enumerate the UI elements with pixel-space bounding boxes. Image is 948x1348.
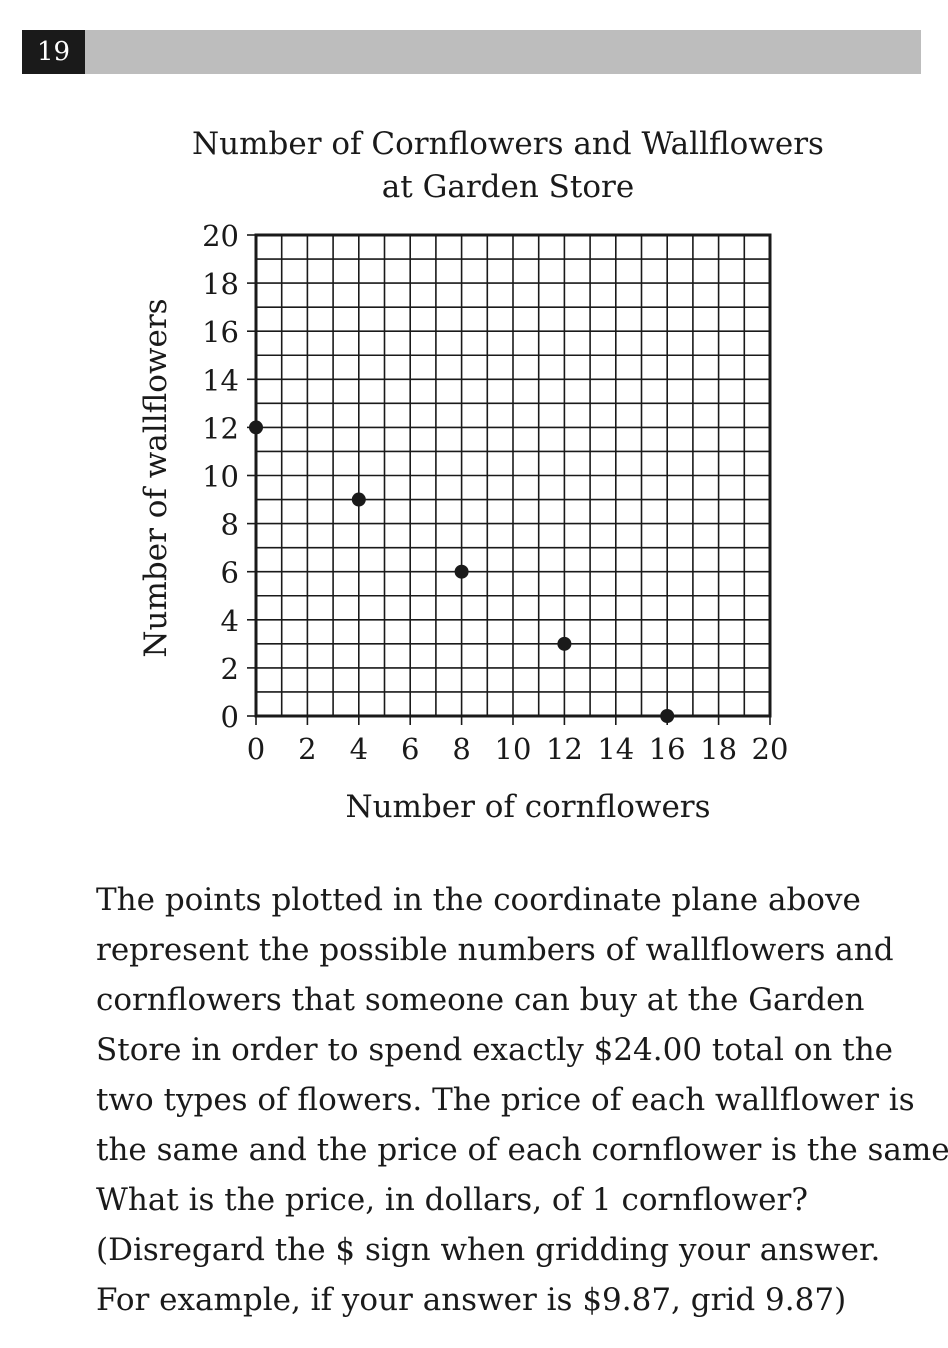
data-point xyxy=(351,492,366,507)
x-tick-label: 12 xyxy=(546,732,583,766)
x-tick-label: 14 xyxy=(597,732,634,766)
y-tick-label: 18 xyxy=(202,267,239,301)
question-line: two types of flowers. The price of each … xyxy=(96,1082,915,1118)
x-tick-label: 20 xyxy=(752,732,789,766)
x-tick-label: 8 xyxy=(452,732,470,766)
chart-title-line-2: at Garden Store xyxy=(382,169,634,205)
y-tick-label: 2 xyxy=(221,652,239,686)
data-point xyxy=(557,636,572,651)
question-line: What is the price, in dollars, of 1 corn… xyxy=(96,1182,808,1218)
x-tick-label: 10 xyxy=(495,732,532,766)
question-line: Store in order to spend exactly $24.00 t… xyxy=(96,1032,894,1068)
x-tick-label: 2 xyxy=(298,732,316,766)
question-text: The points plotted in the coordinate pla… xyxy=(96,875,948,1325)
chart-title-line-1: Number of Cornflowers and Wallflowers xyxy=(192,126,824,162)
question-line: (Disregard the $ sign when gridding your… xyxy=(96,1232,881,1268)
y-tick-label: 14 xyxy=(202,363,239,397)
question-line: the same and the price of each cornflowe… xyxy=(96,1132,948,1168)
x-tick-label: 0 xyxy=(247,732,265,766)
x-tick-label: 4 xyxy=(350,732,368,766)
data-point xyxy=(660,709,675,723)
y-tick-label: 10 xyxy=(202,460,239,494)
y-tick-label: 20 xyxy=(202,219,239,253)
y-tick-label: 6 xyxy=(221,556,239,590)
question-line: cornflowers that someone can buy at the … xyxy=(96,982,865,1018)
y-tick-label: 8 xyxy=(221,508,239,542)
y-tick-label: 12 xyxy=(202,411,239,445)
question-line: represent the possible numbers of wallfl… xyxy=(96,932,894,968)
x-tick-label: 6 xyxy=(401,732,419,766)
y-tick-label: 16 xyxy=(202,315,239,349)
question-line: The points plotted in the coordinate pla… xyxy=(96,882,861,918)
y-axis-ticks: 0 2 4 6 8 10 12 14 16 18 20 xyxy=(202,219,256,734)
x-tick-label: 16 xyxy=(649,732,686,766)
data-point xyxy=(454,564,469,579)
grid-lines xyxy=(256,235,770,716)
x-tick-label: 18 xyxy=(700,732,737,766)
x-axis-label: Number of cornflowers xyxy=(345,789,710,825)
y-axis-label: Number of wallflowers xyxy=(138,298,174,657)
question-line: For example, if your answer is $9.87, gr… xyxy=(96,1282,847,1318)
data-point xyxy=(249,420,263,435)
x-axis-ticks: 0 2 4 6 8 10 12 14 16 18 20 xyxy=(247,716,789,766)
scatter-chart: Number of Cornflowers and Wallflowers at… xyxy=(138,126,824,825)
y-tick-label: 4 xyxy=(221,604,239,638)
y-tick-label: 0 xyxy=(221,700,239,734)
